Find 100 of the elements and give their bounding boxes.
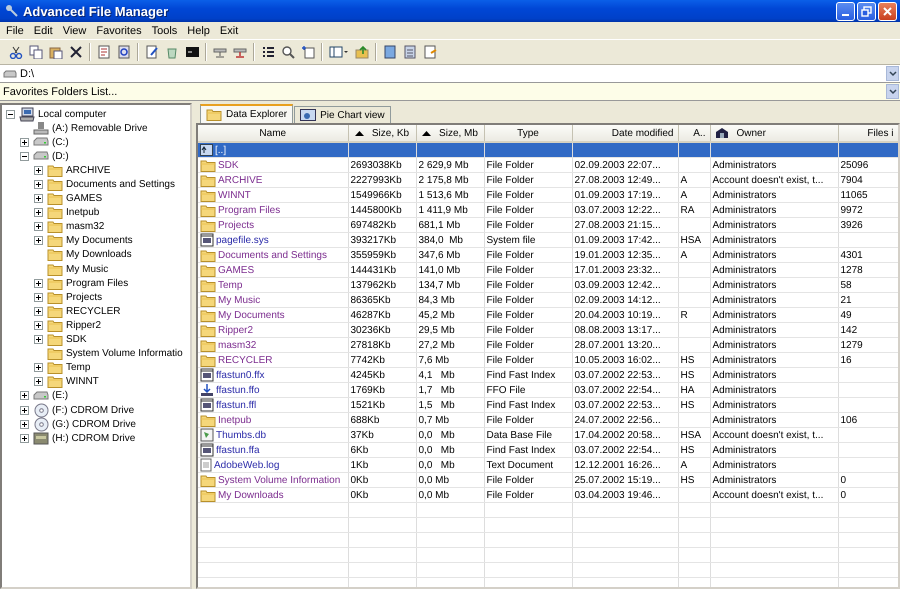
paste-icon[interactable]: [49, 45, 63, 59]
table-row[interactable]: ARCHIVE 2227993Kb 2 175,8 Mb File Folder 27.08.2003 12:49... A Account doesn't exist, t... 7904: [198, 172, 898, 188]
dropdown-button[interactable]: [886, 84, 899, 99]
tab[interactable]: Pie Chart view: [294, 106, 391, 123]
tree-item[interactable]: (D:): [52, 150, 69, 162]
tree-item[interactable]: masm32: [66, 221, 104, 232]
restore-button[interactable]: [857, 2, 876, 20]
table-row[interactable]: My Documents 46287Kb 45,2 Mb File Folder 20.04.2003 10:19... R Administrators 49: [198, 308, 898, 322]
expand-toggle[interactable]: [34, 363, 43, 372]
properties-icon[interactable]: [97, 45, 111, 59]
expand-toggle[interactable]: [20, 406, 29, 415]
expand-toggle[interactable]: [34, 320, 43, 330]
expand-toggle[interactable]: [34, 222, 43, 232]
expand-toggle[interactable]: [34, 292, 43, 302]
menu-item[interactable]: View: [58, 24, 92, 36]
table-row[interactable]: ffastun0.ffx 4245Kb 4,1 Mb Find Fast Index 03.07.2002 22:53... HS Administrators: [198, 368, 898, 382]
table-row[interactable]: GAMES 144431Kb 141,0 Mb File Folder 17.01.2003 23:32... Administrators 1278: [198, 262, 898, 278]
expand-toggle[interactable]: [34, 377, 43, 386]
tree-item[interactable]: My Downloads: [66, 249, 132, 260]
column-header[interactable]: Date modified: [572, 125, 678, 142]
tree-item[interactable]: My Documents: [66, 235, 133, 246]
tree-item[interactable]: Local computer: [38, 108, 106, 120]
table-row[interactable]: System Volume Information 0Kb 0,0 Mb File Folder 25.07.2002 15:19... HS Administrators 0: [198, 472, 898, 488]
edit-icon[interactable]: [145, 45, 159, 59]
expand-toggle[interactable]: [34, 208, 43, 218]
column-header[interactable]: Name: [198, 125, 348, 142]
menu-item[interactable]: Tools: [146, 24, 182, 36]
search-icon[interactable]: [281, 45, 295, 59]
tree-item[interactable]: (F:) CDROM Drive: [52, 404, 134, 416]
tree-item[interactable]: Inetpub: [66, 207, 100, 218]
expand-toggle[interactable]: [34, 278, 43, 288]
table-row[interactable]: Inetpub 688Kb 0,7 Mb File Folder 24.07.2002 22:56... Administrators 106: [198, 412, 898, 428]
expand-toggle[interactable]: [20, 138, 29, 147]
table-row[interactable]: pagefile.sys 393217Kb 384,0 Mb System file 01.09.2003 17:42... HSA Administrators: [198, 232, 898, 248]
tree-item[interactable]: (C:): [52, 136, 69, 148]
document-icon[interactable]: [383, 45, 397, 59]
tree-item[interactable]: Projects: [66, 292, 102, 303]
table-row[interactable]: SDK 2693038Kb 2 629,9 Mb File Folder 02.09.2003 22:07... Administrators 25096: [198, 158, 898, 172]
table-row[interactable]: Temp 137962Kb 134,7 Mb File Folder 03.09.2003 12:42... Administrators 58: [198, 278, 898, 292]
new-file-icon[interactable]: [301, 45, 315, 59]
tree-item[interactable]: System Volume Informatio: [66, 348, 183, 360]
table-row[interactable]: Ripper2 30236Kb 29,5 Mb File Folder 08.08.2003 13:17... Administrators 142: [198, 322, 898, 338]
expand-toggle[interactable]: [34, 166, 43, 175]
table-row[interactable]: masm32 27818Kb 27,2 Mb File Folder 28.07.2001 13:20... Administrators 1279: [198, 338, 898, 352]
expand-toggle[interactable]: [34, 236, 43, 246]
up-folder-icon[interactable]: [355, 45, 369, 59]
tree-item[interactable]: WINNT: [66, 376, 99, 388]
collapse-toggle[interactable]: [6, 110, 15, 119]
console-icon[interactable]: [185, 45, 199, 59]
refresh-icon[interactable]: [117, 45, 131, 59]
tree-item[interactable]: Documents and Settings: [66, 179, 175, 190]
tree-item[interactable]: My Music: [66, 264, 108, 275]
menu-item[interactable]: File: [1, 24, 29, 36]
table-row[interactable]: Projects 697482Kb 681,1 Mb File Folder 27.08.2003 21:15... Administrators 3926: [198, 218, 898, 232]
expand-toggle[interactable]: [34, 180, 43, 190]
expand-toggle[interactable]: [34, 335, 43, 344]
table-row[interactable]: Thumbs.db 37Kb 0,0 Mb Data Base File 17.04.2002 20:58... HSA Account doesn't exist, t...: [198, 428, 898, 442]
minimize-button[interactable]: [836, 2, 855, 20]
expand-toggle[interactable]: [34, 306, 43, 316]
column-header[interactable]: Size, Mb: [416, 125, 484, 142]
table-row[interactable]: AdobeWeb.log 1Kb 0,0 Mb Text Document 12.12.2001 16:26... A Administrators: [198, 458, 898, 472]
menu-item[interactable]: Help: [182, 24, 215, 36]
table-row[interactable]: WINNT 1549966Kb 1 513,6 Mb File Folder 01.09.2003 17:19... A Administrators 11065: [198, 188, 898, 202]
view-icon[interactable]: [329, 45, 349, 59]
collapse-toggle[interactable]: [20, 152, 29, 161]
table-row[interactable]: Documents and Settings 355959Kb 347,6 Mb File Folder 19.01.2003 12:35... A Administrators 4301: [198, 248, 898, 262]
column-header[interactable]: Owner: [710, 125, 838, 142]
table-row[interactable]: My Music 86365Kb 84,3 Mb File Folder 02.09.2003 14:12... Administrators 21: [198, 292, 898, 308]
list-icon[interactable]: [261, 45, 275, 59]
expand-toggle[interactable]: [20, 434, 29, 443]
table-row[interactable]: RECYCLER 7742Kb 7,6 Mb File Folder 10.05.2003 16:02... HS Administrators 16: [198, 352, 898, 368]
expand-toggle[interactable]: [34, 194, 43, 204]
column-header[interactable]: Type: [484, 125, 572, 142]
close-button[interactable]: [878, 2, 897, 20]
tree-item[interactable]: (H:) CDROM Drive: [52, 432, 136, 444]
tree-item[interactable]: RECYCLER: [66, 306, 120, 317]
tree-item[interactable]: SDK: [66, 334, 87, 346]
table-row[interactable]: My Downloads 0Kb 0,0 Mb File Folder 03.04.2003 19:46... Account doesn't exist, t... 0: [198, 488, 898, 502]
tree-item[interactable]: Program Files: [66, 278, 128, 289]
column-header[interactable]: Files i: [838, 125, 898, 142]
menu-item[interactable]: Edit: [28, 24, 58, 36]
tree-item[interactable]: GAMES: [66, 193, 102, 204]
tab[interactable]: Data Explorer: [200, 104, 294, 123]
tree-item[interactable]: ARCHIVE: [66, 164, 110, 176]
note-icon[interactable]: [423, 45, 437, 59]
expand-toggle[interactable]: [20, 420, 29, 429]
tree-item[interactable]: (E:): [52, 390, 68, 402]
table-row[interactable]: ffastun.ffo 1769Kb 1,7 Mb FFO File 03.07.2002 22:54... HA Administrators: [198, 382, 898, 398]
column-header[interactable]: A..: [678, 125, 710, 142]
tree-item[interactable]: (G:) CDROM Drive: [52, 418, 136, 430]
menu-item[interactable]: Favorites: [91, 24, 147, 36]
expand-toggle[interactable]: [20, 391, 29, 400]
table-row[interactable]: ffastun.ffl 1521Kb 1,5 Mb Find Fast Index 03.07.2002 22:53... HS Administrators: [198, 398, 898, 412]
tree-item[interactable]: (A:) Removable Drive: [52, 122, 148, 134]
delete-icon[interactable]: [69, 45, 83, 59]
table-row[interactable]: [..]: [198, 142, 898, 158]
table-row[interactable]: Program Files 1445800Kb 1 411,9 Mb File Folder 03.07.2003 12:22... RA Administrators 9972: [198, 202, 898, 218]
table-row[interactable]: ffastun.ffa 6Kb 0,0 Mb Find Fast Index 03.07.2002 22:54... HS Administrators: [198, 442, 898, 458]
menu-item[interactable]: Exit: [214, 24, 244, 36]
column-header[interactable]: Size, Kb: [348, 125, 416, 142]
